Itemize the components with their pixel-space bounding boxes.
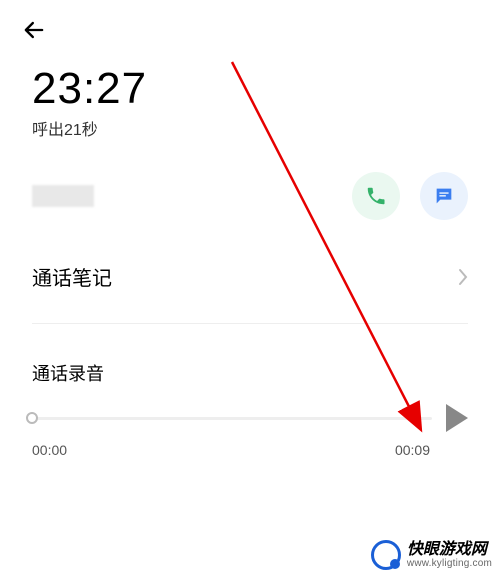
watermark-title: 快眼游戏网: [407, 541, 492, 559]
call-duration: 呼出21秒: [32, 116, 468, 140]
message-icon: [433, 185, 455, 207]
call-notes-label: 通话笔记: [32, 262, 112, 291]
recording-section: 通话录音 00:00 00:09: [0, 324, 500, 474]
call-button[interactable]: [352, 172, 400, 220]
play-button[interactable]: [446, 404, 468, 432]
back-arrow-icon: [20, 16, 48, 44]
slider-thumb[interactable]: [26, 412, 38, 424]
call-notes-row[interactable]: 通话笔记: [0, 238, 500, 313]
watermark-logo-icon: [371, 540, 401, 570]
phone-icon: [365, 185, 387, 207]
watermark: 快眼游戏网 www.kyligting.com: [371, 540, 492, 570]
contact-row: [0, 144, 500, 238]
call-time-section: 23:27 呼出21秒: [0, 52, 500, 144]
recording-label: 通话录音: [32, 360, 468, 386]
playback-current-time: 00:00: [32, 442, 67, 458]
playback-slider[interactable]: [32, 417, 432, 420]
back-button[interactable]: [20, 16, 48, 44]
call-time: 23:27: [32, 64, 468, 114]
contact-name-redacted: [32, 185, 94, 207]
message-button[interactable]: [420, 172, 468, 220]
chevron-right-icon: [458, 268, 468, 286]
playback-total-time: 00:09: [395, 442, 430, 458]
watermark-url: www.kyligting.com: [407, 558, 492, 569]
